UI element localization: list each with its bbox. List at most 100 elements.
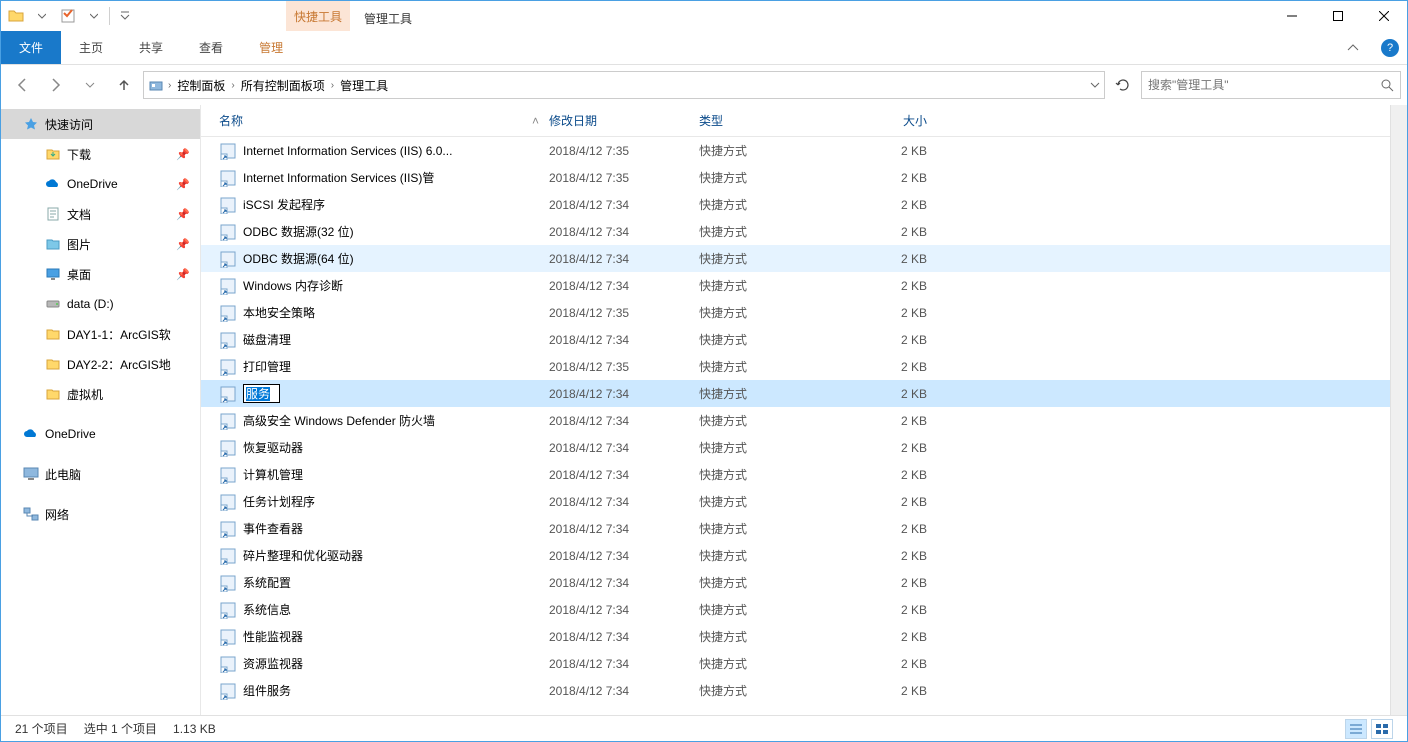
shortcut-icon	[219, 250, 237, 268]
search-input[interactable]	[1148, 78, 1380, 92]
file-type: 快捷方式	[699, 439, 849, 456]
sidebar-network[interactable]: 网络	[1, 499, 200, 529]
column-name[interactable]: 名称˄	[219, 112, 549, 129]
star-icon	[23, 116, 39, 132]
vertical-scrollbar[interactable]	[1390, 105, 1407, 715]
down-arrow-icon[interactable]	[83, 5, 105, 27]
file-row[interactable]: 计算机管理2018/4/12 7:34快捷方式2 KB	[201, 461, 1390, 488]
file-row[interactable]: 本地安全策略2018/4/12 7:35快捷方式2 KB	[201, 299, 1390, 326]
help-button[interactable]: ?	[1367, 31, 1407, 64]
view-details-button[interactable]	[1345, 719, 1367, 739]
navigation-pane: 快速访问 下载📌OneDrive📌文档📌图片📌桌面📌data (D:)DAY1-…	[1, 105, 201, 715]
sidebar-item[interactable]: DAY1-1：ArcGIS软	[1, 319, 200, 349]
sidebar-item[interactable]: 桌面📌	[1, 259, 200, 289]
sidebar-item[interactable]: 虚拟机	[1, 379, 200, 409]
file-row[interactable]: 任务计划程序2018/4/12 7:34快捷方式2 KB	[201, 488, 1390, 515]
file-row[interactable]: 磁盘清理2018/4/12 7:34快捷方式2 KB	[201, 326, 1390, 353]
sidebar-item-label: 虚拟机	[67, 386, 103, 403]
up-button[interactable]	[109, 71, 139, 99]
tab-manage[interactable]: 管理	[241, 31, 301, 64]
file-date: 2018/4/12 7:34	[549, 387, 699, 401]
properties-icon[interactable]	[57, 5, 79, 27]
chevron-right-icon[interactable]: ›	[231, 80, 234, 91]
shortcut-icon	[219, 358, 237, 376]
chevron-right-icon[interactable]: ›	[331, 80, 334, 91]
folder-icon	[45, 146, 61, 162]
file-row[interactable]: ODBC 数据源(32 位)2018/4/12 7:34快捷方式2 KB	[201, 218, 1390, 245]
file-row[interactable]: 事件查看器2018/4/12 7:34快捷方式2 KB	[201, 515, 1390, 542]
rename-input[interactable]: 服务	[243, 384, 280, 403]
folder-icon[interactable]	[5, 5, 27, 27]
file-type: 快捷方式	[699, 628, 849, 645]
forward-button[interactable]	[41, 71, 71, 99]
sidebar-item[interactable]: 图片📌	[1, 229, 200, 259]
file-row[interactable]: 恢复驱动器2018/4/12 7:34快捷方式2 KB	[201, 434, 1390, 461]
down-arrow-icon[interactable]	[31, 5, 53, 27]
maximize-button[interactable]	[1315, 1, 1361, 31]
address-dropdown-icon[interactable]	[1090, 80, 1100, 90]
qat-dropdown-icon[interactable]	[114, 5, 136, 27]
folder-icon	[45, 236, 61, 252]
breadcrumb-item[interactable]: 控制面板	[175, 77, 227, 94]
file-row[interactable]: 组件服务2018/4/12 7:34快捷方式2 KB	[201, 677, 1390, 704]
file-row[interactable]: Internet Information Services (IIS)管2018…	[201, 164, 1390, 191]
back-button[interactable]	[7, 71, 37, 99]
sidebar-item[interactable]: 下载📌	[1, 139, 200, 169]
file-row[interactable]: Internet Information Services (IIS) 6.0.…	[201, 137, 1390, 164]
sidebar-this-pc[interactable]: 此电脑	[1, 459, 200, 489]
file-type: 快捷方式	[699, 142, 849, 159]
sidebar-item[interactable]: data (D:)	[1, 289, 200, 319]
file-date: 2018/4/12 7:34	[549, 414, 699, 428]
sidebar-item-label: DAY1-1：ArcGIS软	[67, 326, 171, 343]
ribbon-collapse-icon[interactable]	[1339, 31, 1367, 64]
recent-locations-icon[interactable]	[75, 71, 105, 99]
file-size: 2 KB	[849, 171, 931, 185]
close-button[interactable]	[1361, 1, 1407, 31]
refresh-button[interactable]	[1109, 71, 1137, 99]
file-row[interactable]: ODBC 数据源(64 位)2018/4/12 7:34快捷方式2 KB	[201, 245, 1390, 272]
sidebar-quick-access[interactable]: 快速访问	[1, 109, 200, 139]
file-type: 快捷方式	[699, 196, 849, 213]
search-icon[interactable]	[1380, 78, 1394, 92]
chevron-right-icon[interactable]: ›	[168, 80, 171, 91]
search-box[interactable]	[1141, 71, 1401, 99]
address-bar[interactable]: › 控制面板 › 所有控制面板项 › 管理工具	[143, 71, 1105, 99]
file-name: Windows 内存诊断	[243, 277, 343, 294]
pin-icon: 📌	[176, 178, 190, 191]
sidebar-item[interactable]: DAY2-2：ArcGIS地	[1, 349, 200, 379]
sidebar-item[interactable]: 文档📌	[1, 199, 200, 229]
file-date: 2018/4/12 7:34	[549, 333, 699, 347]
column-type[interactable]: 类型	[699, 112, 849, 129]
file-type: 快捷方式	[699, 466, 849, 483]
file-row[interactable]: iSCSI 发起程序2018/4/12 7:34快捷方式2 KB	[201, 191, 1390, 218]
file-name: 磁盘清理	[243, 331, 291, 348]
file-row[interactable]: 高级安全 Windows Defender 防火墙2018/4/12 7:34快…	[201, 407, 1390, 434]
tab-share[interactable]: 共享	[121, 31, 181, 64]
file-row[interactable]: 碎片整理和优化驱动器2018/4/12 7:34快捷方式2 KB	[201, 542, 1390, 569]
file-row[interactable]: 系统信息2018/4/12 7:34快捷方式2 KB	[201, 596, 1390, 623]
file-row[interactable]: Windows 内存诊断2018/4/12 7:34快捷方式2 KB	[201, 272, 1390, 299]
file-size: 2 KB	[849, 279, 931, 293]
tab-home[interactable]: 主页	[61, 31, 121, 64]
column-size[interactable]: 大小	[849, 112, 931, 129]
sidebar-item[interactable]: OneDrive📌	[1, 169, 200, 199]
file-name: 计算机管理	[243, 466, 303, 483]
view-large-icons-button[interactable]	[1371, 719, 1393, 739]
tab-view[interactable]: 查看	[181, 31, 241, 64]
folder-icon	[45, 296, 61, 312]
file-name: 碎片整理和优化驱动器	[243, 547, 363, 564]
file-type: 快捷方式	[699, 493, 849, 510]
breadcrumb-item[interactable]: 所有控制面板项	[239, 77, 327, 94]
breadcrumb-item[interactable]: 管理工具	[338, 77, 390, 94]
minimize-button[interactable]	[1269, 1, 1315, 31]
file-size: 2 KB	[849, 252, 931, 266]
file-row[interactable]: 性能监视器2018/4/12 7:34快捷方式2 KB	[201, 623, 1390, 650]
column-date[interactable]: 修改日期	[549, 112, 699, 129]
file-row[interactable]: 资源监视器2018/4/12 7:34快捷方式2 KB	[201, 650, 1390, 677]
file-row[interactable]: 系统配置2018/4/12 7:34快捷方式2 KB	[201, 569, 1390, 596]
file-row[interactable]: 服务 2018/4/12 7:34快捷方式2 KB	[201, 380, 1390, 407]
file-tab[interactable]: 文件	[1, 31, 61, 64]
file-name: 组件服务	[243, 682, 291, 699]
file-row[interactable]: 打印管理2018/4/12 7:35快捷方式2 KB	[201, 353, 1390, 380]
sidebar-onedrive[interactable]: OneDrive	[1, 419, 200, 449]
